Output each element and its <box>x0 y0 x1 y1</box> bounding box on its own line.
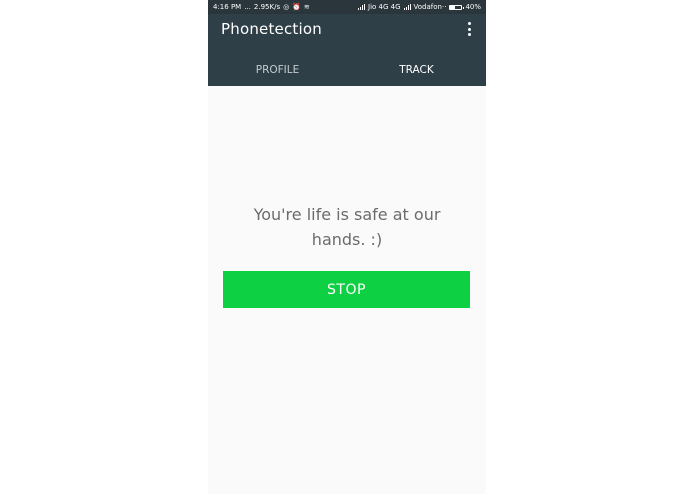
signal-icon-sim1 <box>358 4 366 10</box>
carrier-sim1: Jio 4G 4G <box>368 3 401 11</box>
battery-percent: 40% <box>465 3 481 11</box>
stop-button[interactable]: STOP <box>223 271 470 308</box>
tab-bar: PROFILE TRACK <box>208 54 486 86</box>
safety-message: You're life is safe at our hands. :) <box>253 205 441 249</box>
app-title: Phonetection <box>221 20 322 38</box>
status-dots: ... <box>244 3 251 11</box>
wifi-icon: ≋ <box>303 2 310 11</box>
track-content: You're life is safe at our hands. :) STO… <box>208 86 486 494</box>
alarm-icon: ◎ <box>283 2 290 11</box>
network-speed: 2.95K/s <box>253 3 281 11</box>
app-bar: Phonetection PROFILE TRACK <box>208 14 486 86</box>
battery-icon <box>449 4 465 10</box>
more-vert-icon[interactable] <box>465 22 473 36</box>
signal-icon-sim2 <box>403 4 411 10</box>
status-bar: 4:16 PM ... 2.95K/s ◎ ⏰ ≋ Jio 4G 4G Voda… <box>208 0 486 14</box>
carrier-sim2: Vodafon·· <box>413 3 447 11</box>
phone-screen: 4:16 PM ... 2.95K/s ◎ ⏰ ≋ Jio 4G 4G Voda… <box>208 0 486 494</box>
tab-profile[interactable]: PROFILE <box>208 54 347 86</box>
status-time: 4:16 PM <box>213 3 242 11</box>
clock-icon: ⏰ <box>292 2 301 11</box>
tab-track[interactable]: TRACK <box>347 54 486 86</box>
